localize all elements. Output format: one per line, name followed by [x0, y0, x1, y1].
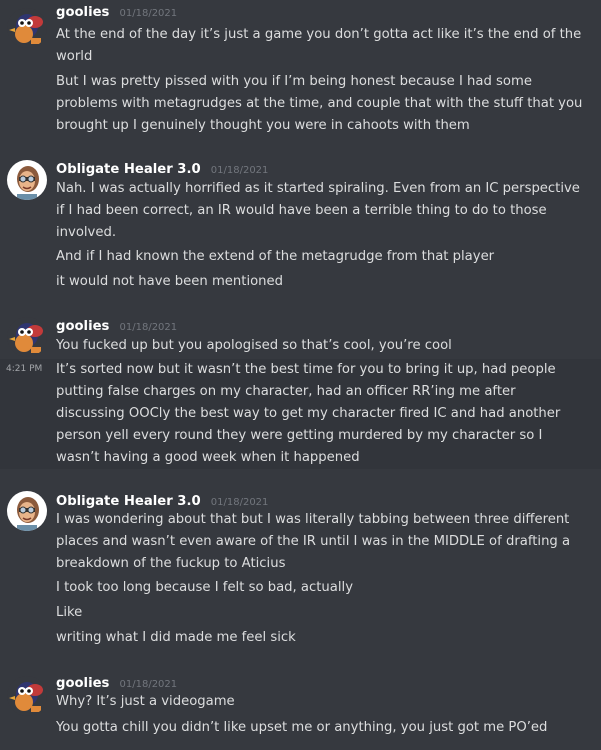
penguin-avatar-icon[interactable]: [7, 317, 47, 357]
timestamp: 01/18/2021: [210, 497, 269, 508]
timestamp: 01/18/2021: [119, 322, 178, 333]
message-text: Why? It’s just a videogame: [56, 694, 235, 709]
penguin-avatar-icon[interactable]: [7, 8, 47, 48]
message-text: It’s sorted now but it wasn’t the best t…: [56, 362, 561, 465]
chat-message-list: goolies 01/18/2021 At the end of the day…: [0, 0, 601, 750]
username[interactable]: Obligate Healer 3.0: [56, 494, 201, 509]
character-portrait-avatar-icon[interactable]: [7, 491, 47, 531]
message-text: And if I had known the extend of the met…: [56, 249, 495, 264]
message-text: You gotta chill you didn’t like upset me…: [56, 720, 548, 735]
hover-timestamp: 4:21 PM: [6, 364, 43, 374]
message-text: I took too long because I felt so bad, a…: [56, 580, 353, 595]
message-text: I was wondering about that but I was lit…: [56, 512, 571, 571]
message-text: But I was pretty pissed with you if I’m …: [56, 74, 583, 133]
message-text: writing what I did made me feel sick: [56, 630, 296, 645]
message-text: Like: [56, 605, 83, 620]
username[interactable]: Obligate Healer 3.0: [56, 162, 201, 177]
username[interactable]: goolies: [56, 5, 109, 20]
character-portrait-avatar-icon[interactable]: [7, 160, 47, 200]
message-text: Nah. I was actually horrified as it star…: [56, 181, 580, 240]
timestamp: 01/18/2021: [210, 165, 269, 176]
message-text: it would not have been mentioned: [56, 274, 284, 289]
message-text: At the end of the day it’s just a game y…: [56, 27, 582, 64]
username[interactable]: goolies: [56, 319, 109, 334]
username[interactable]: goolies: [56, 676, 109, 691]
timestamp: 01/18/2021: [119, 8, 178, 19]
message-text: You fucked up but you apologised so that…: [56, 338, 452, 353]
penguin-avatar-icon[interactable]: [7, 676, 47, 716]
timestamp: 01/18/2021: [119, 679, 178, 690]
